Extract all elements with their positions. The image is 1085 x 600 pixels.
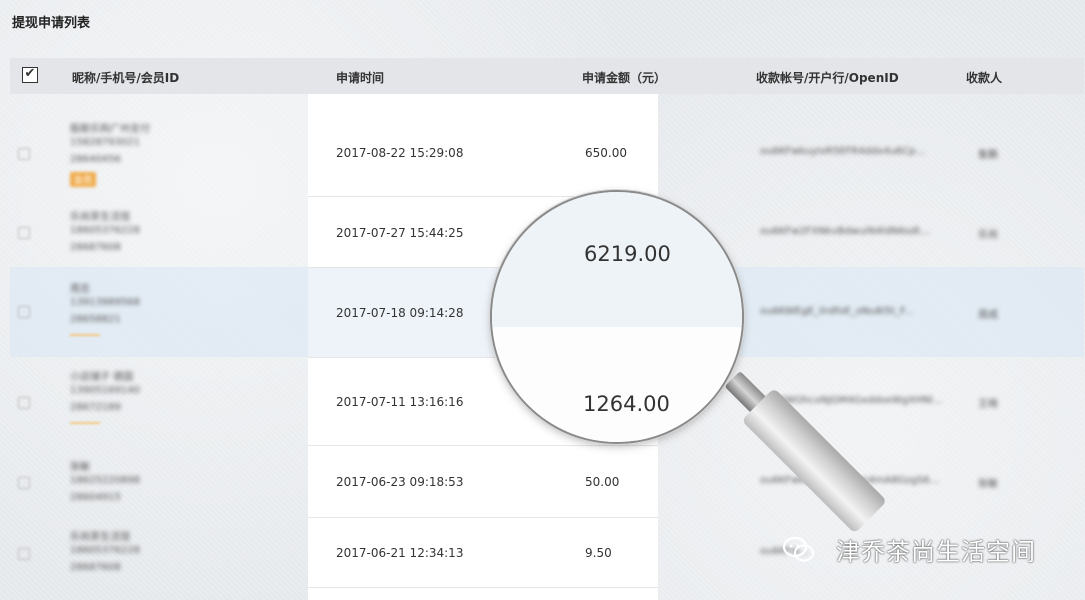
member-id: 28658821 (70, 314, 121, 325)
member-phone: 15828793021 (70, 137, 140, 148)
apply-amount: 9.50 (585, 546, 612, 560)
payee-account: ou6KWEgE_ilrdfoE_oNu8i5t_F... (760, 306, 914, 317)
member-nickname: 小店铺子 德国 (70, 372, 134, 383)
magnified-amount-bottom: 1264.00 (583, 392, 670, 416)
table-header: ✔ 昵称/手机号/会员ID 申请时间 申请金额（元） 收款帐号/开户行/Open… (10, 58, 1084, 94)
row-divider (308, 587, 658, 588)
member-phone: 18605376228 (70, 225, 140, 236)
member-id: 28687608 (70, 242, 121, 253)
payee-account: ou6KFw2FXNkvBdwuiN4ldN6sdt... (760, 226, 930, 237)
magnifier-lens: 6219.00 1264.00 (492, 192, 742, 442)
row-checkbox[interactable] (18, 148, 30, 160)
member-nickname: 乐尚茶生活馆 (70, 532, 130, 543)
member-id: 28604915 (70, 492, 121, 503)
member-badge-line (70, 334, 100, 336)
apply-time: 2017-06-21 12:34:13 (336, 546, 464, 560)
payee-account: ou6KFwkuyIxR5EFR4ddx4u6Cp... (760, 146, 926, 157)
row-divider (308, 517, 658, 518)
payee-name: 鲁鹏 (978, 150, 998, 161)
payee-name: 王晓 (978, 399, 998, 410)
apply-time: 2017-07-18 09:14:28 (336, 306, 464, 320)
row-checkbox[interactable] (18, 227, 30, 239)
row-divider (308, 445, 658, 446)
select-all-checkbox[interactable]: ✔ (22, 67, 38, 83)
apply-time: 2017-07-27 15:44:25 (336, 226, 464, 240)
member-nickname: 殷歌乐购广州支付 (70, 124, 150, 135)
payee-name: 周成 (978, 310, 998, 321)
member-nickname: 周志 (70, 284, 90, 295)
member-badge-line (70, 422, 100, 424)
magnified-amount-top: 6219.00 (584, 242, 671, 266)
header-member: 昵称/手机号/会员ID (72, 71, 180, 85)
apply-time: 2017-07-11 13:16:16 (336, 395, 464, 409)
apply-time: 2017-08-22 15:29:08 (336, 146, 464, 160)
apply-amount: 50.00 (585, 475, 620, 489)
row-checkbox[interactable] (18, 477, 30, 489)
header-payee: 收款人 (966, 71, 1003, 85)
apply-amount: 650.00 (585, 146, 627, 160)
payee-name: 张敏 (978, 479, 998, 490)
row-checkbox[interactable] (18, 306, 30, 318)
member-phone: 13905169140 (70, 385, 140, 396)
member-nickname: 张敏 (70, 462, 90, 473)
member-id: 28687608 (70, 562, 121, 573)
header-time: 申请时间 (336, 71, 385, 85)
apply-time: 2017-06-23 09:18:53 (336, 475, 464, 489)
watermark-text: 津乔茶尚生活空间 (836, 538, 1036, 566)
header-amount: 申请金额（元） (582, 71, 667, 85)
magnifier-bottom-area (492, 327, 742, 442)
wechat-icon (782, 536, 815, 562)
member-nickname: 乐尚茶生活馆 (70, 212, 130, 223)
member-id: 28672189 (70, 402, 121, 413)
member-phone: 18605376228 (70, 545, 140, 556)
member-badge: 会员 (70, 172, 97, 187)
payee-name: 乐尚 (978, 230, 998, 241)
row-checkbox[interactable] (18, 548, 30, 560)
header-account: 收款帐号/开户行/OpenID (756, 71, 899, 85)
row-checkbox[interactable] (18, 397, 30, 409)
page-title: 提现申请列表 (12, 16, 91, 31)
member-phone: 18625220898 (70, 475, 140, 486)
member-phone: 13913989568 (70, 297, 140, 308)
member-id: 28640456 (70, 154, 121, 165)
